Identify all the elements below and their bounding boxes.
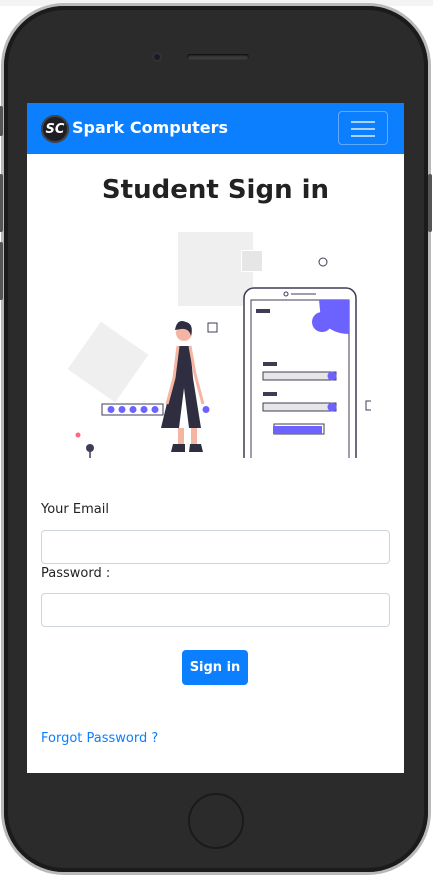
brand-name[interactable]: Spark Computers [72,118,228,137]
navbar-toggler-button[interactable] [338,111,388,145]
brand-logo[interactable]: SC [41,115,69,143]
speaker-grille [187,54,249,60]
home-button[interactable] [188,793,244,849]
hamburger-icon-line [351,128,375,130]
page-title: Student Sign in [101,175,330,205]
app-screen: SC Spark Computers Student Sign in Your … [27,103,404,773]
password-label: Password : [41,566,111,581]
volume-down-button [0,242,3,300]
password-field[interactable] [41,593,390,627]
hamburger-icon-line [351,135,375,137]
hamburger-icon [351,121,375,123]
bg-square-rotated [67,321,149,403]
sign-in-button[interactable]: Sign in [182,650,248,685]
camera-icon [152,52,162,62]
login-illustration [67,232,371,458]
forgot-password-link[interactable]: Forgot Password ? [41,731,158,746]
navbar: SC Spark Computers [27,103,404,154]
power-button [428,174,432,232]
volume-up-button [0,174,3,232]
volume-button [0,106,3,136]
email-label: Your Email [41,502,109,517]
email-field[interactable] [41,530,390,564]
